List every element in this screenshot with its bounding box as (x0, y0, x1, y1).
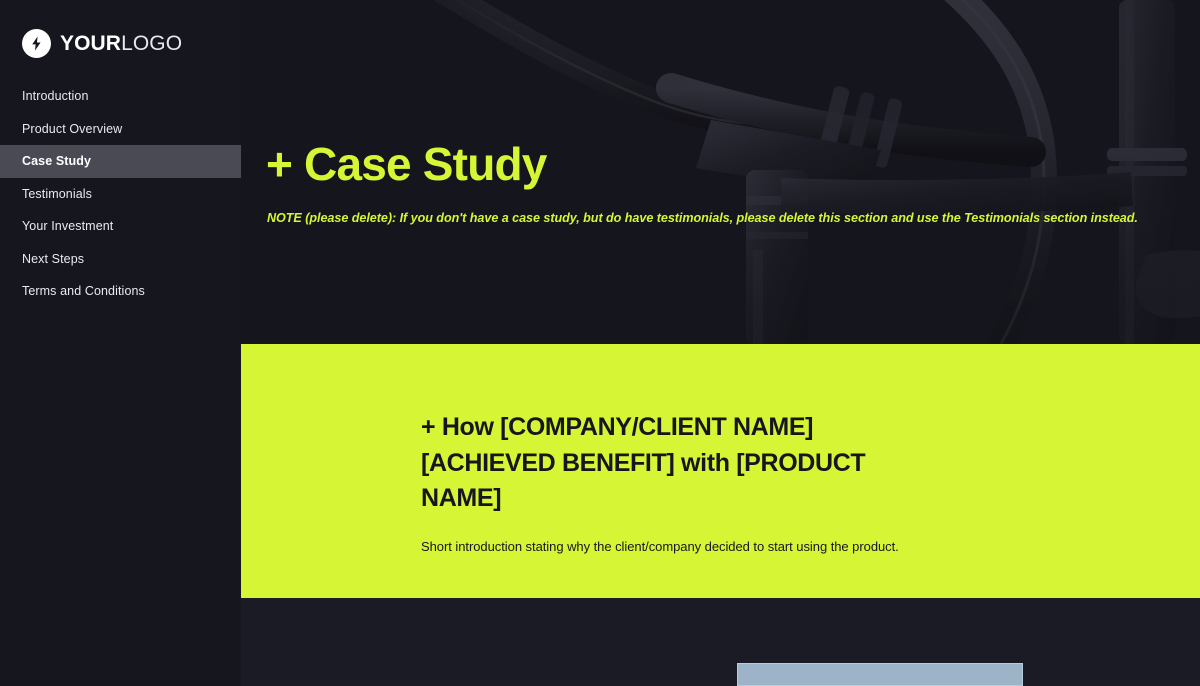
case-study-intro-content: + How [COMPANY/CLIENT NAME] [ACHIEVED BE… (421, 410, 951, 556)
sidebar-item-your-investment[interactable]: Your Investment (0, 210, 241, 243)
editor-note: NOTE (please delete): If you don't have … (267, 211, 1138, 225)
sidebar-item-label: Introduction (22, 89, 89, 104)
sidebar-item-label: Next Steps (22, 251, 85, 266)
brand-name: YOURLOGO (60, 33, 182, 54)
sidebar: YOURLOGO Introduction Product Overview C… (0, 0, 241, 686)
sidebar-item-introduction[interactable]: Introduction (0, 80, 241, 113)
bottom-section (241, 598, 1200, 686)
sidebar-item-product-overview[interactable]: Product Overview (0, 113, 241, 146)
sidebar-item-testimonials[interactable]: Testimonials (0, 178, 241, 211)
brand-logo[interactable]: YOURLOGO (22, 28, 182, 58)
brand-name-bold: YOUR (60, 31, 122, 55)
case-study-body-text: Short introduction stating why the clien… (421, 538, 899, 554)
sidebar-item-label: Your Investment (22, 219, 114, 234)
sidebar-item-terms-and-conditions[interactable]: Terms and Conditions (0, 275, 241, 308)
case-study-intro-panel: + How [COMPANY/CLIENT NAME] [ACHIEVED BE… (241, 344, 1200, 598)
sidebar-item-label: Terms and Conditions (22, 284, 145, 299)
brand-name-light: LOGO (121, 31, 183, 55)
sidebar-item-label: Product Overview (22, 121, 123, 136)
sidebar-item-case-study[interactable]: Case Study (0, 145, 241, 178)
hero-section: + Case Study NOTE (please delete): If yo… (241, 0, 1200, 344)
sidebar-nav: Introduction Product Overview Case Study… (0, 80, 241, 308)
sidebar-item-label: Case Study (22, 154, 92, 169)
case-study-heading: + How [COMPANY/CLIENT NAME] [ACHIEVED BE… (421, 413, 866, 512)
page-title: + Case Study (266, 138, 547, 190)
presentation-page: YOURLOGO Introduction Product Overview C… (0, 0, 1200, 686)
sidebar-item-next-steps[interactable]: Next Steps (0, 243, 241, 276)
sidebar-item-label: Testimonials (22, 186, 92, 201)
content-placeholder-card[interactable] (737, 663, 1023, 686)
lightning-bolt-icon (22, 28, 51, 58)
